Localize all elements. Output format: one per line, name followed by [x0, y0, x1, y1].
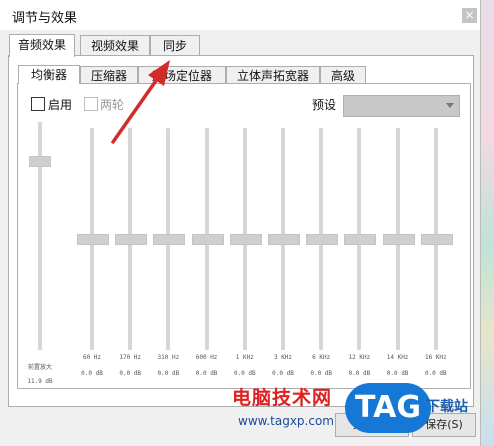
watermark-url: www.tagxp.com [238, 414, 334, 428]
tab-label: 均衡器 [30, 68, 67, 82]
watermark-site-name: 电脑技术网 [232, 387, 333, 409]
tab-audio-effects[interactable]: 音频效果 [9, 34, 75, 57]
tab-label: 音频效果 [17, 38, 66, 52]
tag-logo: TAG [345, 383, 431, 433]
tab-equalizer[interactable]: 均衡器 [18, 65, 80, 84]
watermark-side-text: 下载站 [426, 399, 468, 415]
